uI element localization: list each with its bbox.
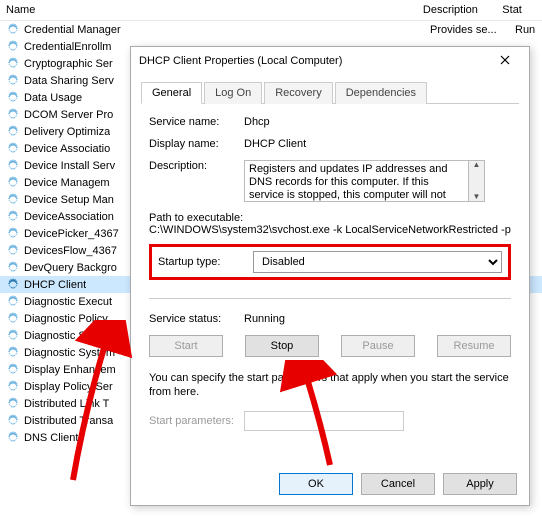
service-status-value: Running (244, 313, 511, 325)
gear-icon (6, 312, 20, 326)
service-name: DNS Client (24, 432, 78, 444)
close-button[interactable] (485, 49, 525, 71)
gear-icon (6, 125, 20, 139)
service-name: Diagnostic Execut (24, 296, 112, 308)
gear-icon (6, 176, 20, 190)
gear-icon (6, 91, 20, 105)
scroll-up-icon[interactable]: ▲ (473, 161, 481, 169)
service-name: DevicePicker_4367 (24, 228, 119, 240)
gear-icon (6, 244, 20, 258)
dialog-title-text: DHCP Client Properties (Local Computer) (139, 55, 342, 67)
service-name: DCOM Server Pro (24, 109, 113, 121)
gear-icon (6, 142, 20, 156)
tab-logon[interactable]: Log On (204, 82, 262, 104)
display-name-value: DHCP Client (244, 138, 511, 150)
gear-icon (6, 346, 20, 360)
column-description[interactable]: Description (423, 4, 502, 16)
service-name: DevicesFlow_4367 (24, 245, 117, 257)
close-icon (500, 55, 510, 65)
gear-icon (6, 329, 20, 343)
tab-recovery[interactable]: Recovery (264, 82, 332, 104)
start-parameters-hint: You can specify the start parameters tha… (149, 371, 511, 399)
gear-icon (6, 363, 20, 377)
path-value: C:\WINDOWS\system32\svchost.exe -k Local… (149, 224, 511, 236)
service-name-label: Service name: (149, 116, 244, 128)
service-name: Distributed Link T (24, 398, 109, 410)
gear-icon (6, 397, 20, 411)
service-name: Display Enhancem (24, 364, 116, 376)
service-name: Diagnostic System (24, 347, 115, 359)
service-name: DevQuery Backgro (24, 262, 117, 274)
service-name: Data Sharing Serv (24, 75, 114, 87)
gear-icon (6, 261, 20, 275)
tab-dependencies[interactable]: Dependencies (335, 82, 427, 104)
ok-button[interactable]: OK (279, 473, 353, 495)
resume-button: Resume (437, 335, 511, 357)
start-button: Start (149, 335, 223, 357)
service-status: Run (515, 24, 535, 36)
services-columns-header: Name Description Stat (0, 0, 542, 21)
gear-icon (6, 431, 20, 445)
service-name: Diagnostic Service (24, 330, 115, 342)
description-scrollbar[interactable]: ▲ ▼ (469, 160, 485, 202)
scroll-down-icon[interactable]: ▼ (473, 193, 481, 201)
startup-type-label: Startup type: (158, 256, 253, 268)
stop-button[interactable]: Stop (245, 335, 319, 357)
service-name: CredentialEnrollm (24, 41, 111, 53)
service-status-label: Service status: (149, 313, 244, 325)
service-name: Device Managem (24, 177, 110, 189)
service-name: Delivery Optimiza (24, 126, 110, 138)
service-name: Data Usage (24, 92, 82, 104)
service-name: Device Setup Man (24, 194, 114, 206)
start-parameters-input (244, 411, 404, 431)
service-row[interactable]: Credential Manager Provides se... Run (0, 21, 542, 38)
cancel-button[interactable]: Cancel (361, 473, 435, 495)
path-label: Path to executable: (149, 212, 511, 224)
service-name: Distributed Transa (24, 415, 113, 427)
service-name: DHCP Client (24, 279, 86, 291)
gear-icon (6, 57, 20, 71)
dialog-tabs: General Log On Recovery Dependencies (141, 81, 519, 104)
gear-icon (6, 108, 20, 122)
column-status[interactable]: Stat (502, 4, 542, 16)
column-name[interactable]: Name (6, 4, 423, 16)
gear-icon (6, 193, 20, 207)
gear-icon (6, 380, 20, 394)
service-name: Diagnostic Policy (24, 313, 108, 325)
gear-icon (6, 159, 20, 173)
gear-icon (6, 210, 20, 224)
service-name: Credential Manager (24, 24, 121, 36)
startup-type-highlight: Startup type: Disabled (149, 244, 511, 280)
gear-icon (6, 23, 20, 37)
service-name: DeviceAssociation (24, 211, 114, 223)
service-name: Device Associatio (24, 143, 110, 155)
description-label: Description: (149, 160, 244, 172)
service-name: Device Install Serv (24, 160, 115, 172)
startup-type-select[interactable]: Disabled (253, 251, 502, 273)
gear-icon (6, 414, 20, 428)
gear-icon (6, 278, 20, 292)
service-description: Provides se... (430, 24, 497, 36)
tab-general[interactable]: General (141, 82, 202, 104)
gear-icon (6, 40, 20, 54)
service-name: Cryptographic Ser (24, 58, 113, 70)
apply-button[interactable]: Apply (443, 473, 517, 495)
service-name-value: Dhcp (244, 116, 511, 128)
display-name-label: Display name: (149, 138, 244, 150)
gear-icon (6, 74, 20, 88)
pause-button: Pause (341, 335, 415, 357)
gear-icon (6, 295, 20, 309)
start-parameters-label: Start parameters: (149, 415, 244, 427)
service-properties-dialog: DHCP Client Properties (Local Computer) … (130, 46, 530, 506)
description-text: Registers and updates IP addresses and D… (244, 160, 469, 202)
service-name: Display Policy Ser (24, 381, 113, 393)
dialog-titlebar: DHCP Client Properties (Local Computer) (131, 47, 529, 75)
gear-icon (6, 227, 20, 241)
